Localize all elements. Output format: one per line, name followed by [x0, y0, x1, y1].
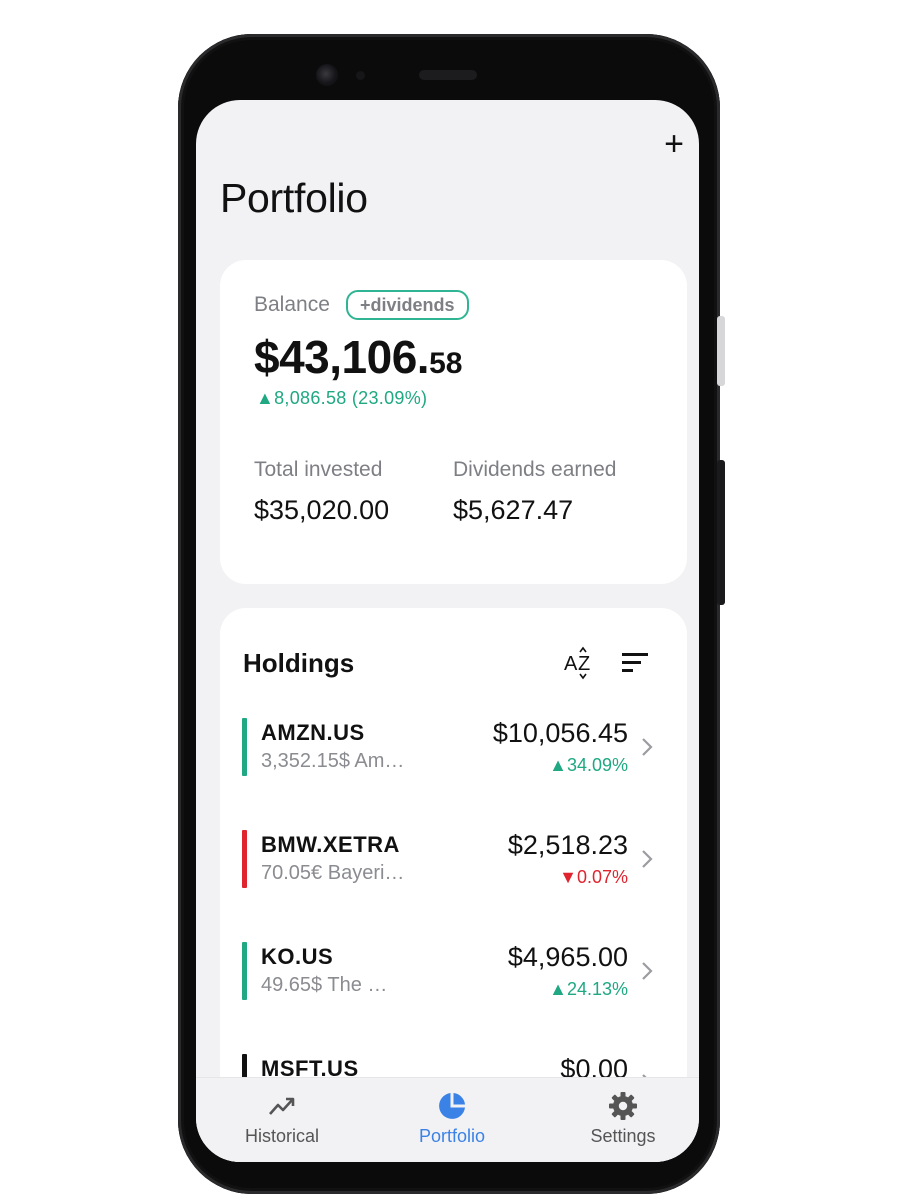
nav-item-settings[interactable]: Settings: [563, 1090, 683, 1147]
nav-item-historical[interactable]: Historical: [222, 1090, 342, 1147]
app-screen: + Portfolio Balance +dividends $43,106.5…: [196, 100, 699, 1162]
holding-trend-bar: [242, 718, 247, 776]
holding-trend-bar: [242, 942, 247, 1000]
sort-alphabetical-icon[interactable]: A Z: [563, 646, 597, 680]
balance-amount-main: $43,106.: [254, 331, 430, 383]
nav-label-settings: Settings: [590, 1126, 656, 1146]
total-invested-value: $35,020.00: [254, 495, 390, 525]
holding-value: $10,056.45: [492, 718, 628, 748]
holding-row[interactable]: BMW.XETRA 70.05€ Bayeri… $2,518.23 ▼0.07…: [240, 830, 660, 892]
holding-change: ▲34.09%: [549, 755, 628, 775]
dividends-earned-value: $5,627.47: [453, 495, 574, 525]
volume-button: [717, 316, 725, 386]
plus-icon[interactable]: +: [658, 127, 690, 161]
nav-item-portfolio[interactable]: Portfolio: [392, 1090, 512, 1147]
dividends-earned-label: Dividends earned: [453, 458, 617, 481]
front-camera: [316, 64, 338, 86]
holding-ticker: AMZN.US: [261, 720, 365, 745]
dividends-toggle-badge[interactable]: +dividends: [346, 290, 469, 320]
chevron-right-icon: [642, 850, 653, 868]
earpiece-speaker: [419, 70, 477, 80]
chevron-right-icon: [642, 738, 653, 756]
nav-label-historical: Historical: [244, 1126, 319, 1146]
balance-amount: $43,106.58: [254, 330, 462, 384]
sort-lines-icon[interactable]: [620, 650, 650, 676]
holding-row[interactable]: KO.US 49.65$ The … $4,965.00 ▲24.13%: [240, 942, 660, 1004]
pie-chart-icon: [439, 1093, 465, 1119]
holding-subtitle: 49.65$ The …: [261, 974, 388, 996]
balance-amount-cents: 58: [429, 347, 463, 380]
power-button: [717, 460, 725, 605]
holding-subtitle: 3,352.15$ Am…: [261, 750, 405, 772]
svg-text:A: A: [564, 653, 578, 675]
proximity-sensor: [356, 71, 365, 80]
holding-change: ▼0.07%: [559, 867, 628, 887]
holding-ticker: BMW.XETRA: [261, 832, 400, 857]
balance-label: Balance: [254, 293, 330, 316]
holding-subtitle: 70.05€ Bayeri…: [261, 862, 405, 884]
holding-change: ▲24.13%: [549, 979, 628, 999]
trending-up-icon: [269, 1097, 295, 1115]
chevron-right-icon: [642, 962, 653, 980]
page-title: Portfolio: [220, 175, 368, 221]
balance-change: ▲8,086.58 (23.09%): [256, 388, 428, 408]
gear-icon: [609, 1092, 637, 1120]
holdings-title: Holdings: [243, 648, 355, 678]
holding-value: $4,965.00: [507, 942, 628, 972]
holding-value: $2,518.23: [507, 830, 628, 860]
nav-label-portfolio: Portfolio: [418, 1126, 486, 1146]
svg-text:Z: Z: [578, 653, 590, 675]
holding-row[interactable]: AMZN.US 3,352.15$ Am… $10,056.45 ▲34.09%: [240, 718, 660, 780]
bottom-navigation: Historical Portfolio Settings: [196, 1077, 699, 1162]
holding-trend-bar: [242, 830, 247, 888]
balance-card: Balance +dividends $43,106.58 ▲8,086.58 …: [220, 260, 687, 584]
total-invested-label: Total invested: [254, 458, 383, 481]
holding-ticker: KO.US: [261, 944, 334, 969]
